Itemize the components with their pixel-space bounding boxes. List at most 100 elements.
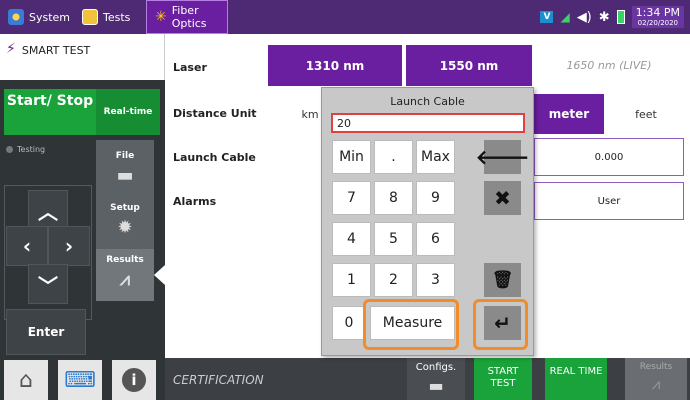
delete-button[interactable]: 🗑 xyxy=(484,263,521,297)
chart-icon: ⩘ xyxy=(119,269,131,290)
laser-option-label: 1310 nm xyxy=(305,58,365,73)
chevron-down-icon: ﹀ xyxy=(38,273,58,298)
real-time-label: Real-time xyxy=(103,107,153,117)
side-tab-file[interactable]: File ▬ xyxy=(96,145,154,197)
launch-cable-field[interactable]: 0.000 xyxy=(534,138,684,176)
distance-unit-label: Distance Unit xyxy=(173,107,257,120)
chevron-right-icon: › xyxy=(64,234,74,258)
key-label: 7 xyxy=(347,190,356,206)
clear-button[interactable]: ✖ xyxy=(484,181,521,215)
key-max[interactable]: Max xyxy=(416,140,455,174)
right-arrow-button[interactable]: › xyxy=(48,226,90,266)
speaker-icon: ◀) xyxy=(576,9,592,25)
side-tab-label: Results xyxy=(106,255,144,265)
keyboard-button[interactable]: ⌨ xyxy=(58,360,102,400)
results-bottom-label: Results xyxy=(639,362,673,372)
tab-system[interactable]: System xyxy=(0,0,72,34)
side-tab-results[interactable]: Results ⩘ xyxy=(96,249,154,301)
tab-tests[interactable]: Tests xyxy=(74,0,144,34)
key-dot[interactable]: . xyxy=(374,140,413,174)
laser-label: Laser xyxy=(173,61,207,74)
distance-meter-button[interactable]: meter xyxy=(534,94,604,134)
smart-test-icon: ⚡ xyxy=(6,41,16,57)
alarms-value: User xyxy=(597,195,621,207)
clock-time: 1:34 PM xyxy=(635,6,680,19)
measure-highlight xyxy=(363,299,459,350)
laser-1550-button[interactable]: 1550 nm xyxy=(406,45,532,86)
keypad-input-value: 20 xyxy=(337,116,351,130)
backspace-icon: 🡐 xyxy=(475,145,530,169)
key-label: 0 xyxy=(344,315,354,331)
key-label: . xyxy=(391,149,396,165)
key-label: 1 xyxy=(347,272,356,288)
key-label: 9 xyxy=(431,190,440,206)
real-time-button[interactable]: Real-time xyxy=(96,89,160,135)
testing-label: Testing xyxy=(17,145,46,154)
configs-label: Configs. xyxy=(415,362,457,373)
key-3[interactable]: 3 xyxy=(416,263,455,297)
key-9[interactable]: 9 xyxy=(416,181,455,215)
key-label: 8 xyxy=(389,190,398,206)
trash-icon: 🗑 xyxy=(491,270,514,290)
keypad-title: Launch Cable xyxy=(390,95,465,108)
info-button[interactable]: i xyxy=(112,360,156,400)
down-arrow-button[interactable]: ﹀ xyxy=(28,264,68,304)
bert-icon xyxy=(82,9,98,25)
launch-cable-value: 0.000 xyxy=(594,151,624,163)
results-bottom-button[interactable]: Results ⩘ xyxy=(625,358,687,400)
gear-icon xyxy=(8,9,24,25)
key-label: Min xyxy=(339,149,364,165)
enter-key-highlight xyxy=(473,299,528,350)
left-arrow-button[interactable]: ‹ xyxy=(6,226,48,266)
launch-cable-label: Launch Cable xyxy=(173,151,256,164)
key-label: Max xyxy=(421,149,450,165)
home-icon: ⌂ xyxy=(19,367,33,393)
enter-label: Enter xyxy=(27,325,65,339)
key-6[interactable]: 6 xyxy=(416,222,455,256)
start-test-button[interactable]: START TEST xyxy=(474,358,532,400)
configs-button[interactable]: Configs. ▬ xyxy=(407,358,465,400)
backspace-button[interactable]: 🡐 xyxy=(476,140,529,174)
laser-1650-live-button[interactable]: 1650 nm (LIVE) xyxy=(536,45,682,86)
selected-arrow xyxy=(154,265,165,285)
key-0[interactable]: 0 xyxy=(332,306,366,340)
key-2[interactable]: 2 xyxy=(374,263,413,297)
chart-icon: ⩘ xyxy=(651,375,661,393)
key-label: 4 xyxy=(347,231,356,247)
alarms-field[interactable]: User xyxy=(534,182,684,220)
distance-feet-button[interactable]: feet xyxy=(608,94,684,134)
key-1[interactable]: 1 xyxy=(332,263,371,297)
laser-option-label: 1550 nm xyxy=(439,58,499,73)
folder-icon: ▬ xyxy=(116,165,134,186)
key-5[interactable]: 5 xyxy=(374,222,413,256)
laser-option-label: 1650 nm (LIVE) xyxy=(566,59,652,72)
tab-label: Fiber Optics xyxy=(171,4,207,30)
key-7[interactable]: 7 xyxy=(332,181,371,215)
real-time-bottom-label: REAL TIME xyxy=(549,366,603,377)
network-icon: ◢ xyxy=(560,10,570,24)
key-4[interactable]: 4 xyxy=(332,222,371,256)
start-stop-label: Start/ Stop xyxy=(6,93,94,109)
side-tab-setup[interactable]: Setup ✹ xyxy=(96,197,154,249)
side-tab-label: File xyxy=(115,151,135,161)
key-min[interactable]: Min xyxy=(332,140,371,174)
real-time-bottom-button[interactable]: REAL TIME xyxy=(545,358,607,400)
start-stop-button[interactable]: Start/ Stop xyxy=(4,89,96,135)
distance-km-label: km xyxy=(301,107,319,121)
key-8[interactable]: 8 xyxy=(374,181,413,215)
bluetooth-icon: ✱ xyxy=(598,9,610,25)
smart-test-header: ⚡ SMART TEST xyxy=(0,34,165,80)
alarms-label: Alarms xyxy=(173,195,217,208)
battery-icon xyxy=(616,10,625,24)
home-button[interactable]: ⌂ xyxy=(4,360,48,400)
up-arrow-button[interactable]: ︿ xyxy=(28,190,68,230)
distance-feet-label: feet xyxy=(635,107,657,121)
fiber-icon: ✳ xyxy=(155,9,167,25)
chevron-up-icon: ︿ xyxy=(38,199,58,224)
enter-button[interactable]: Enter xyxy=(6,309,86,355)
testing-indicator: Testing xyxy=(6,145,45,154)
tab-label: Tests xyxy=(103,10,131,24)
laser-1310-button[interactable]: 1310 nm xyxy=(268,45,402,86)
keypad-input[interactable]: 20 xyxy=(331,113,525,133)
tab-fiber-optics[interactable]: ✳ Fiber Optics xyxy=(146,0,228,34)
